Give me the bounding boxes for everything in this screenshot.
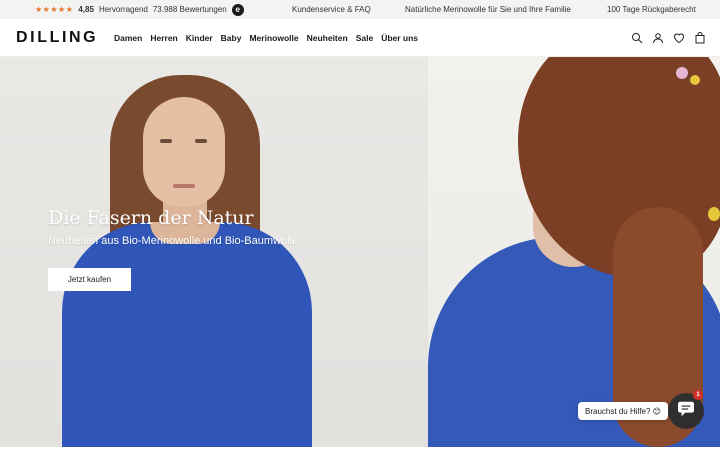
account-icon[interactable] [652,32,664,44]
nav-item-merinowolle[interactable]: Merinowolle [249,33,298,43]
nav-item-sale[interactable]: Sale [356,33,374,43]
rating-stars: ★★★★★ [35,5,74,14]
rating-score: 4,85 [78,5,94,14]
announcement-bar: ★★★★★ 4,85 Hervorragend 73.988 Bewertung… [0,0,720,19]
hero-title: Die Fasern der Natur [48,207,254,229]
customer-service-link[interactable]: Kundenservice & FAQ [292,0,371,19]
nav-item-kinder[interactable]: Kinder [186,33,213,43]
brand-logo[interactable]: DILLING [16,29,98,47]
chat-notification-badge: 1 [693,390,703,400]
chat-help-bubble[interactable]: Brauchst du Hilfe? 😊 [578,402,668,420]
bag-icon[interactable] [694,32,706,44]
hero-photo-right [428,57,720,447]
main-nav: Damen Herren Kinder Baby Merinowolle Neu… [114,19,418,57]
merino-info-text: Natürliche Merinowolle für Sie und Ihre … [405,5,571,14]
nav-item-damen[interactable]: Damen [114,33,142,43]
shop-now-button[interactable]: Jetzt kaufen [48,268,131,291]
search-icon[interactable] [631,32,643,44]
nav-item-herren[interactable]: Herren [150,33,177,43]
hero-subtitle: Neuheiten aus Bio-Merinowolle und Bio-Ba… [48,235,299,247]
return-policy-text: 100 Tage Rückgaberecht [607,5,696,14]
chat-icon [677,401,695,422]
rating-word: Hervorragend [98,5,148,14]
hero-banner: Die Fasern der Natur Neuheiten aus Bio-M… [0,57,720,447]
trusted-shops-icon: e [231,3,244,16]
site-header: DILLING Damen Herren Kinder Baby Merinow… [0,19,720,57]
review-count: 73.988 Bewertungen [152,5,227,14]
hero-photo-left [0,57,428,447]
nav-item-neuheiten[interactable]: Neuheiten [307,33,348,43]
heart-icon[interactable] [673,32,685,44]
nav-item-baby[interactable]: Baby [221,33,242,43]
rating-widget[interactable]: ★★★★★ 4,85 Hervorragend 73.988 Bewertung… [35,0,244,19]
nav-item-ueber-uns[interactable]: Über uns [381,33,418,43]
header-icons [631,19,706,57]
